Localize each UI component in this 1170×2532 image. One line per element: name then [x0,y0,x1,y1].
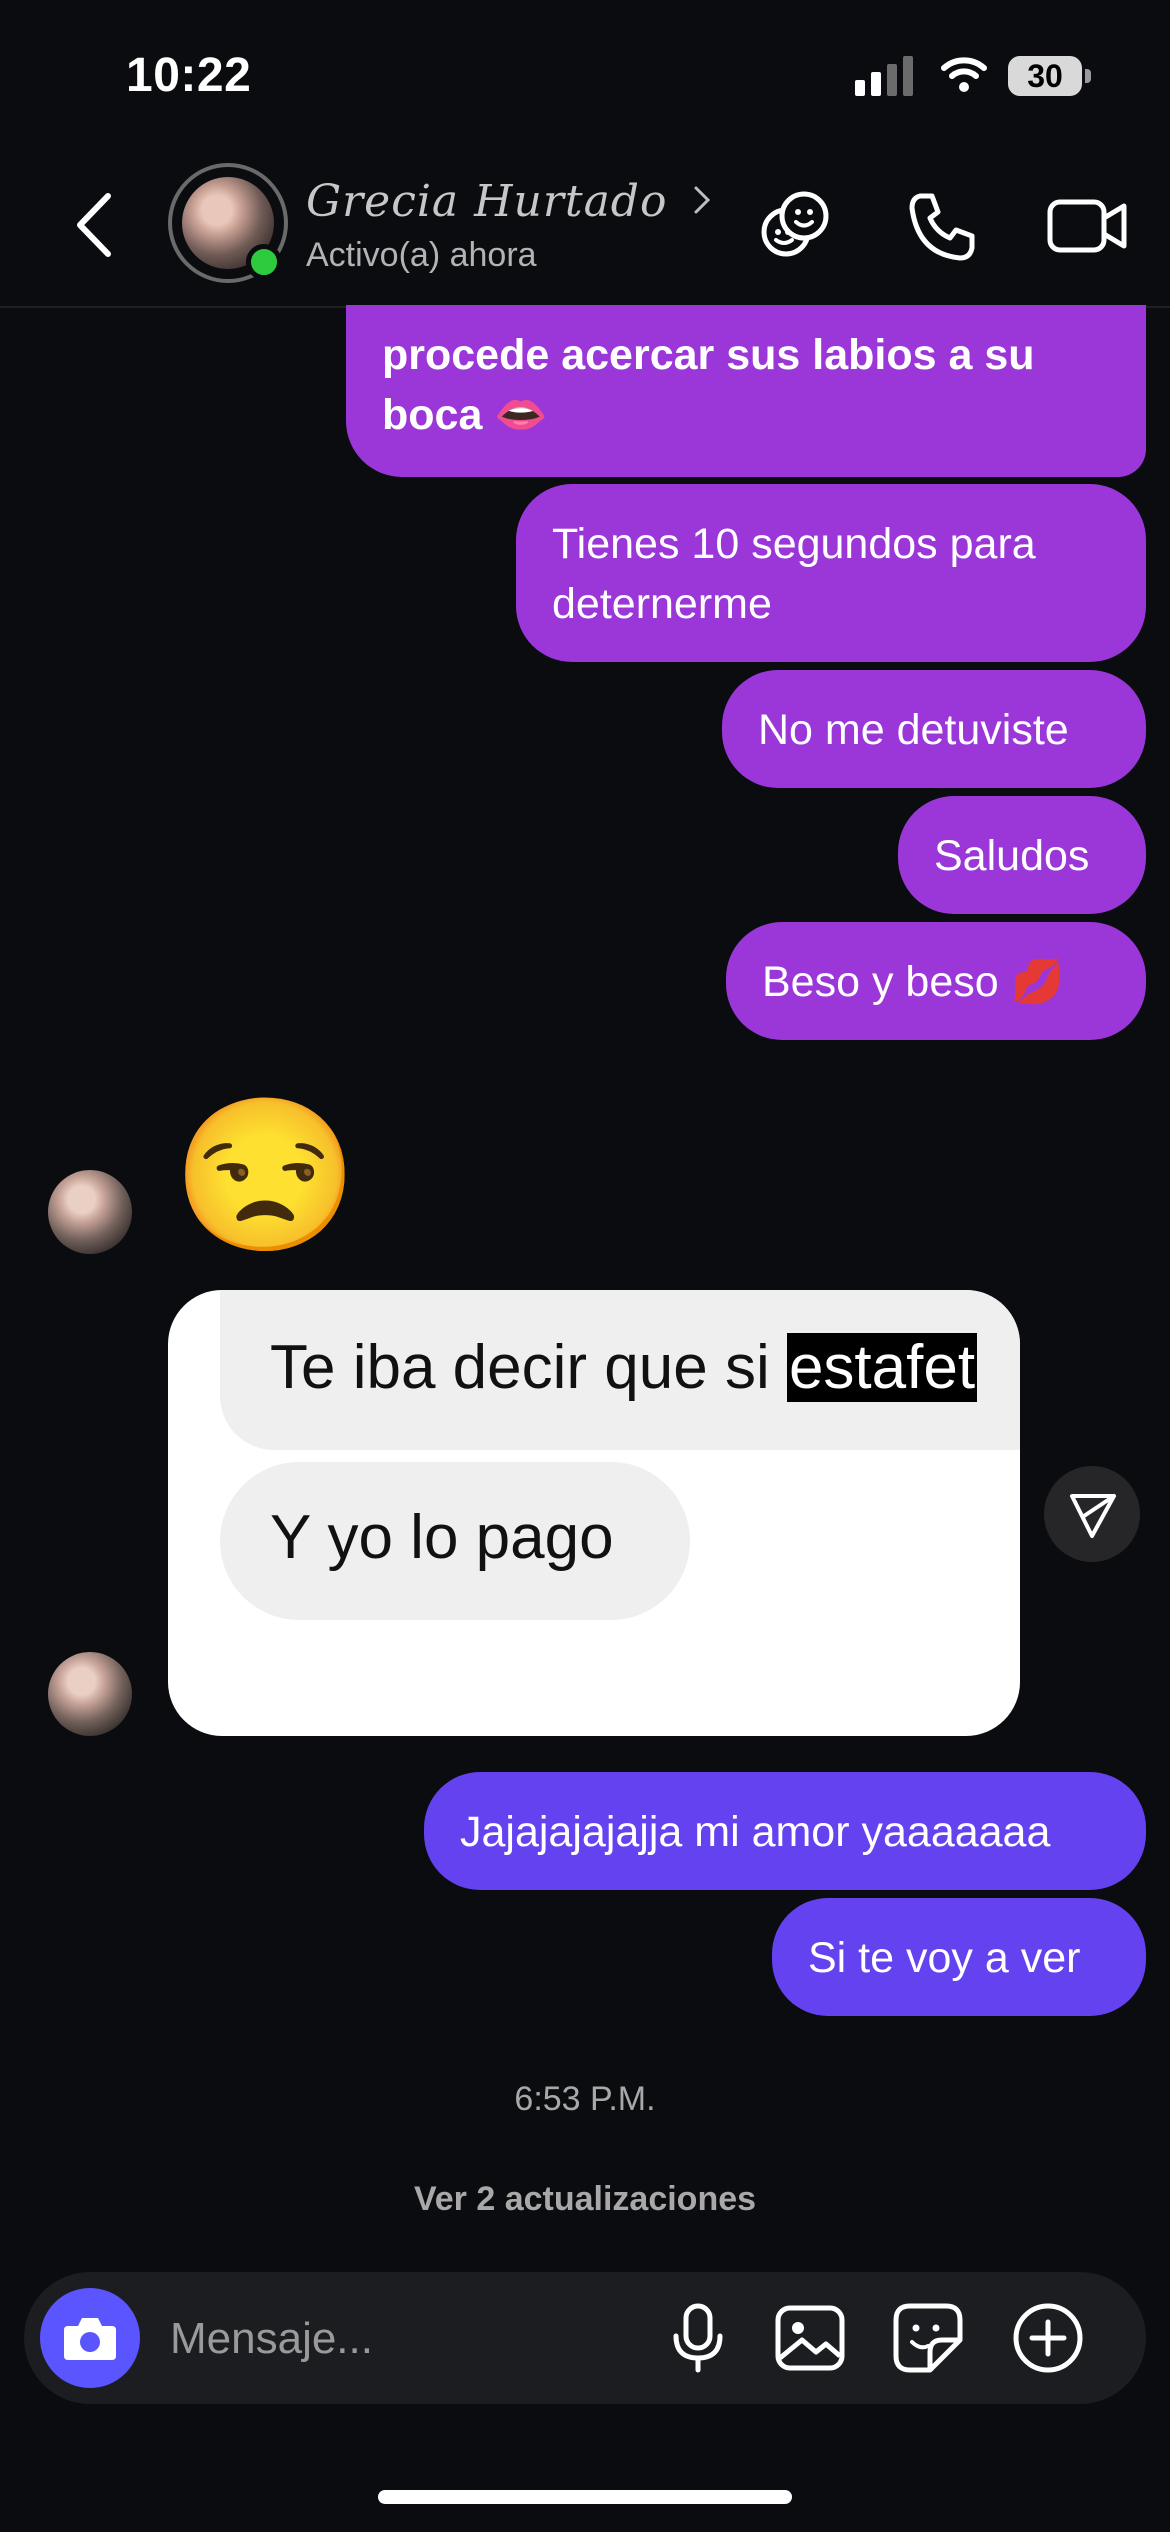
online-status-dot [246,244,282,280]
outgoing-message[interactable]: Tienes 10 segundos para deternerme [516,484,1146,662]
outgoing-message[interactable]: procede acercar sus labios a su boca 👄 [346,305,1146,477]
cellular-signal-icon [855,56,913,96]
screenshot-text-1: Te iba decir que si estafet [270,1333,978,1402]
battery-percent: 30 [1027,58,1063,94]
message-input[interactable] [168,2300,632,2378]
phone-icon[interactable] [904,188,980,264]
camera-button[interactable] [40,2288,140,2388]
send-icon [1070,1494,1116,1538]
shared-image-message[interactable]: Te iba decir que si estafet Y yo lo pago [168,1290,1020,1736]
wifi-icon [941,57,987,92]
back-chevron-icon[interactable] [70,190,120,260]
home-indicator[interactable] [378,2490,792,2504]
contact-status: Activo(a) ahora [306,236,537,274]
share-button[interactable] [1044,1466,1140,1562]
contact-name[interactable]: Grecia Hurtado [306,176,667,227]
outgoing-message[interactable]: No me detuviste [722,670,1146,788]
gallery-icon[interactable] [772,2300,848,2376]
outgoing-message[interactable]: Beso y beso 💋 [726,922,1146,1040]
battery-indicator: 30 [1008,56,1092,96]
message-timestamp: 6:53 P.M. [514,2080,656,2118]
sticker-faces-icon[interactable] [758,188,834,264]
outgoing-message[interactable]: Saludos [898,796,1146,914]
view-updates-link[interactable]: Ver 2 actualizaciones [0,2180,1170,2219]
camera-icon [64,2318,116,2360]
screenshot-text-2: Y yo lo pago [270,1503,614,1572]
sender-avatar[interactable] [48,1170,132,1254]
plus-icon[interactable] [1010,2300,1086,2376]
incoming-emoji-message[interactable]: 😒 [172,1090,359,1260]
sticker-icon[interactable] [890,2300,966,2376]
outgoing-message[interactable]: Jajajajajajja mi amor yaaaaaaa [424,1772,1146,1890]
microphone-icon[interactable] [660,2300,736,2376]
chevron-right-icon[interactable] [690,180,714,220]
sender-avatar[interactable] [48,1652,132,1736]
video-camera-icon[interactable] [1046,188,1130,264]
outgoing-message[interactable]: Si te voy a ver [772,1898,1146,2016]
highlighted-word: estafet [786,1333,978,1402]
status-time: 10:22 [126,49,252,102]
